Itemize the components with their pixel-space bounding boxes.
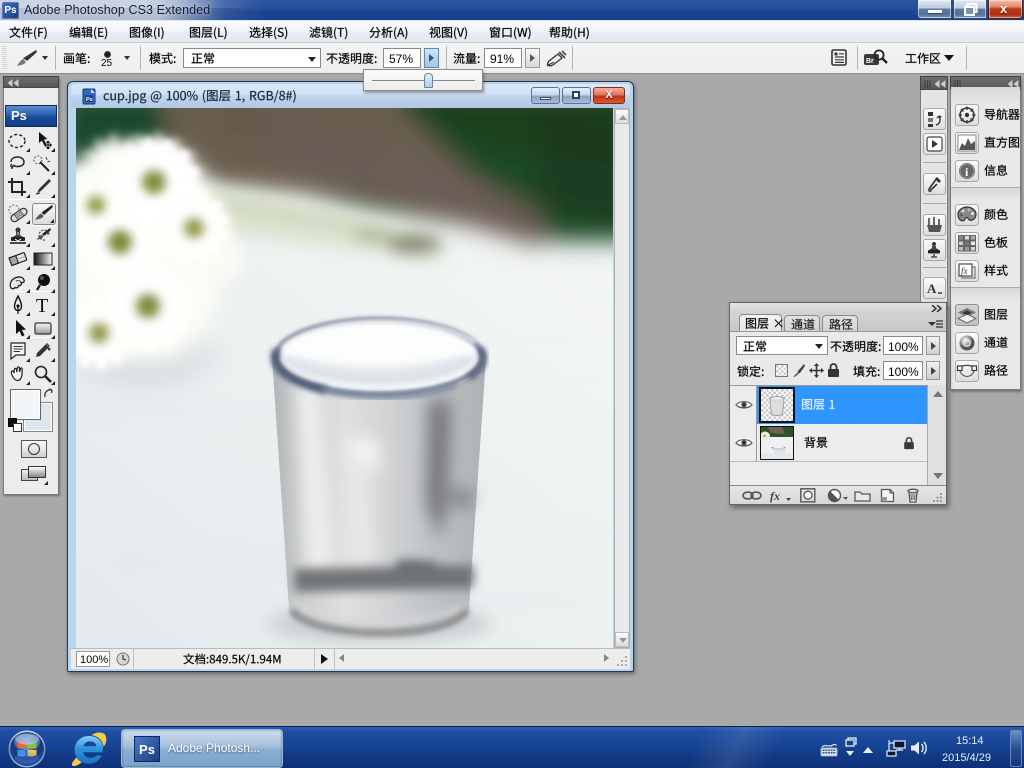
svg-text:A: A (927, 281, 937, 296)
svg-text:fx: fx (770, 489, 780, 503)
svg-text:Ps: Ps (86, 97, 93, 103)
svg-text:fx: fx (961, 266, 968, 276)
svg-text:Br: Br (866, 58, 874, 65)
svg-text:T: T (36, 295, 48, 315)
